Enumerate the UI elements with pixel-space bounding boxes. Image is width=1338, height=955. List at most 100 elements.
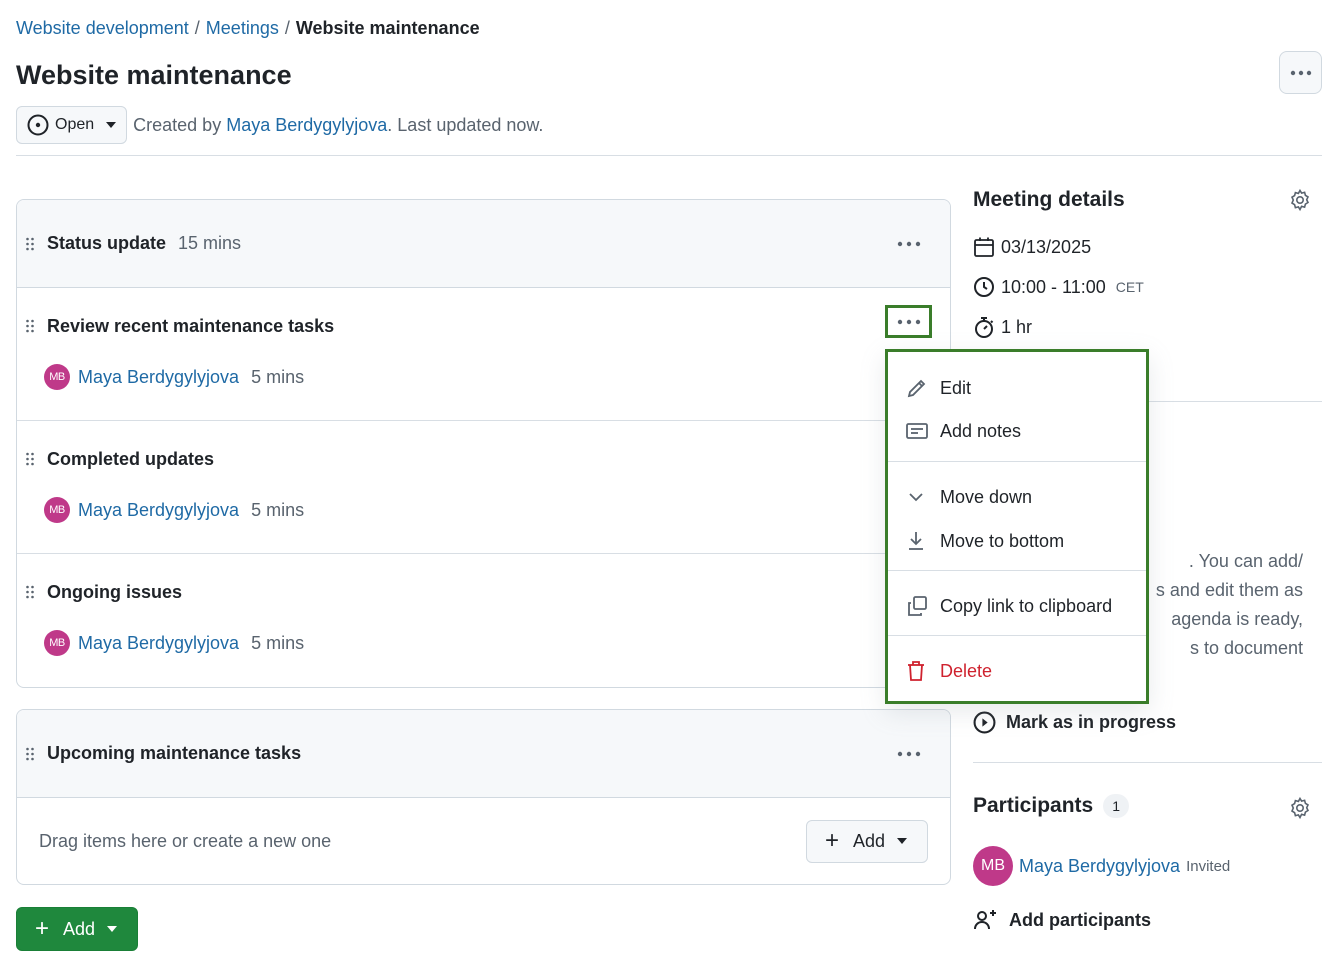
- plus-icon: +: [35, 915, 50, 942]
- agenda-item-duration: 5 mins: [251, 632, 305, 653]
- avatar: MB: [44, 497, 70, 523]
- menu-item-copy-link[interactable]: Copy link to clipboard: [906, 591, 1112, 621]
- status-label: Open: [55, 116, 95, 133]
- kebab-horizontal-icon: [1290, 70, 1311, 75]
- participant-row: MB Maya Berdygylyjova Invited: [973, 846, 1230, 886]
- menu-item-edit[interactable]: Edit: [906, 373, 971, 403]
- play-circle-icon: [973, 711, 996, 734]
- add-label: Add: [63, 918, 96, 939]
- menu-item-label: Move down: [940, 486, 1033, 507]
- section-header: Upcoming maintenance tasks: [17, 710, 950, 798]
- section-duration: 15 mins: [178, 233, 242, 253]
- add-section-button[interactable]: + Add: [16, 907, 139, 951]
- add-label: Add: [852, 830, 885, 851]
- mark-in-progress-label: Mark as in progress: [1006, 712, 1177, 732]
- section-title: Upcoming maintenance tasks: [47, 743, 302, 763]
- add-participants-label: Add participants: [1009, 909, 1152, 930]
- agenda-item-duration: 5 mins: [251, 499, 305, 520]
- gear-icon[interactable]: [1288, 188, 1312, 212]
- clock-icon: [974, 277, 994, 297]
- agenda-item-title: Completed updates: [47, 448, 215, 469]
- kebab-horizontal-icon: [897, 751, 921, 756]
- section-add-button[interactable]: + Add: [805, 819, 928, 863]
- menu-item-label: Add notes: [940, 420, 1022, 441]
- agenda-item: Review recent maintenance tasks MB Maya …: [17, 288, 950, 421]
- stopwatch-icon: [975, 317, 994, 338]
- menu-item-move-to-bottom[interactable]: Move to bottom: [906, 526, 1064, 556]
- breadcrumb-meetings-link[interactable]: Meetings: [206, 18, 279, 38]
- breadcrumb-separator: /: [284, 18, 290, 38]
- menu-divider: [888, 570, 1146, 571]
- section-more-button[interactable]: [886, 228, 932, 260]
- participants-count-badge: 1: [1103, 794, 1130, 818]
- meeting-date: 03/13/2025: [973, 236, 1091, 258]
- menu-item-delete[interactable]: Delete: [906, 656, 992, 686]
- participants-header: Participants 1: [973, 794, 1130, 818]
- menu-item-move-down[interactable]: Move down: [906, 482, 1032, 512]
- menu-item-label: Move to bottom: [940, 530, 1065, 551]
- avatar: MB: [44, 364, 70, 390]
- menu-divider: [888, 635, 1146, 636]
- mark-in-progress-button[interactable]: Mark as in progress: [973, 711, 1176, 734]
- trash-icon: [908, 661, 924, 681]
- page-title: Website maintenance: [16, 60, 292, 90]
- person-add-icon: [974, 910, 996, 930]
- menu-item-label: Delete: [940, 660, 993, 681]
- section-empty-state: Drag items here or create a new one + Ad…: [17, 798, 950, 884]
- avatar: MB: [973, 846, 1013, 886]
- drag-handle-icon[interactable]: [25, 747, 35, 761]
- caret-down-icon: [107, 926, 118, 932]
- participant-link[interactable]: Maya Berdygylyjova: [1019, 856, 1180, 877]
- divider: [16, 155, 1322, 156]
- caret-down-icon: [106, 122, 117, 128]
- drag-handle-icon[interactable]: [25, 452, 35, 466]
- agenda-section: Status update 15 mins Review recent main…: [16, 199, 951, 688]
- agenda-item-more-button[interactable]: [885, 305, 932, 338]
- kebab-horizontal-icon: [897, 319, 920, 324]
- breadcrumb: Website development / Meetings / Website mai…: [16, 16, 480, 40]
- participant-status: Invited: [1186, 857, 1231, 875]
- meeting-time: 10:00 - 11:00 CET: [973, 276, 1144, 298]
- copy-icon: [908, 596, 927, 616]
- section-title: Status update: [47, 233, 167, 253]
- move-to-bottom-icon: [909, 532, 923, 550]
- note-icon: [906, 423, 928, 439]
- breadcrumb-separator: /: [194, 18, 200, 38]
- presenter-link[interactable]: Maya Berdygylyjova: [78, 500, 239, 521]
- chevron-down-icon: [909, 493, 923, 502]
- breadcrumb-project-link[interactable]: Website development: [16, 18, 189, 38]
- drag-handle-icon[interactable]: [25, 319, 35, 333]
- menu-item-label: Edit: [940, 377, 972, 398]
- menu-item-label: Copy link to clipboard: [940, 595, 1113, 616]
- plus-icon: +: [824, 827, 839, 854]
- duration-text: 1 hr: [1001, 316, 1033, 337]
- agenda-item-context-menu: Edit Add notes Move down Move to bottom …: [885, 349, 1149, 704]
- participants-title: Participants: [973, 794, 1094, 817]
- agenda-item-title: Ongoing issues: [47, 581, 183, 602]
- presenter-link[interactable]: Maya Berdygylyjova: [78, 633, 239, 654]
- header-more-button[interactable]: [1279, 51, 1322, 94]
- agenda-section: Upcoming maintenance tasks Drag items he…: [16, 709, 951, 885]
- section-more-button[interactable]: [886, 738, 932, 770]
- status-open-icon: [27, 114, 49, 136]
- agenda-item: Ongoing issues MB Maya Berdygylyjova 5 m…: [17, 554, 950, 687]
- agenda-item-title: Review recent maintenance tasks: [47, 315, 335, 336]
- time-text: 10:00 - 11:00: [1001, 276, 1106, 297]
- pencil-icon: [907, 379, 926, 398]
- drag-handle-icon[interactable]: [25, 237, 35, 251]
- gear-icon[interactable]: [1288, 796, 1312, 820]
- agenda-item-duration: 5 mins: [251, 366, 305, 387]
- empty-state-text: Drag items here or create a new one: [39, 830, 332, 851]
- creator-link[interactable]: Maya Berdygylyjova: [226, 115, 387, 135]
- timezone-text: CET: [1115, 279, 1144, 295]
- meeting-duration: 1 hr: [973, 316, 1032, 338]
- menu-divider: [888, 461, 1146, 462]
- presenter-link[interactable]: Maya Berdygylyjova: [78, 367, 239, 388]
- drag-handle-icon[interactable]: [25, 585, 35, 599]
- status-dropdown[interactable]: Open: [16, 106, 128, 144]
- kebab-horizontal-icon: [897, 241, 921, 246]
- add-participants-button[interactable]: Add participants: [973, 909, 1151, 931]
- menu-item-add-notes[interactable]: Add notes: [906, 416, 1021, 446]
- section-header: Status update 15 mins: [17, 200, 950, 288]
- caret-down-icon: [897, 838, 907, 844]
